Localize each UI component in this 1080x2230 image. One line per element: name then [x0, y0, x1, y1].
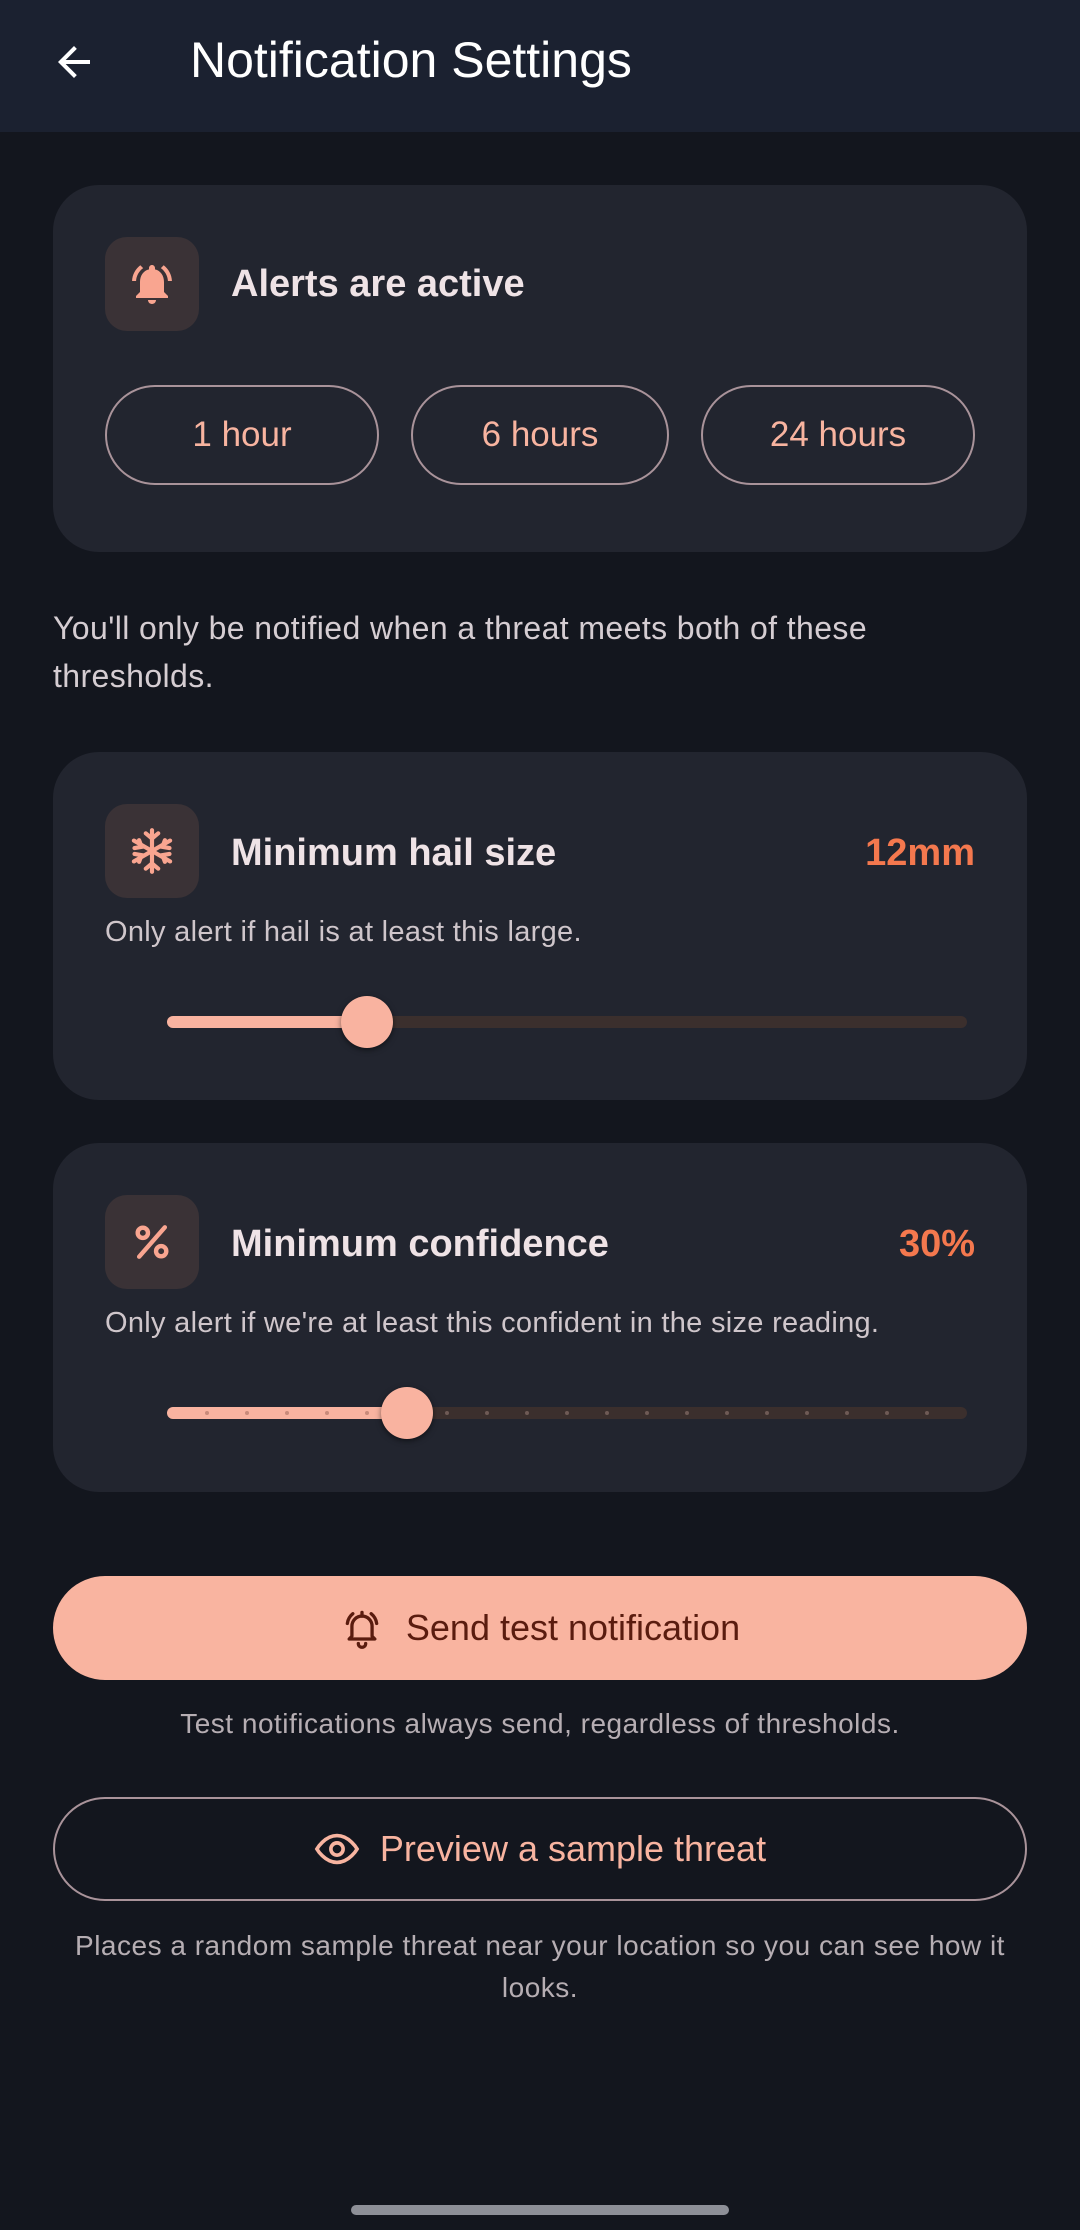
app-bar: Notification Settings [0, 0, 1080, 132]
confidence-description: Only alert if we're at least this confid… [105, 1307, 880, 1339]
hail-size-slider[interactable] [167, 992, 967, 1052]
slider-tick-mark [285, 1411, 289, 1415]
alerts-status: Alerts are active [231, 263, 525, 305]
slider-tick-mark [925, 1411, 929, 1415]
bell-ringing-icon [132, 265, 172, 304]
slider-active-track [167, 1016, 367, 1028]
confidence-slider[interactable] [167, 1383, 967, 1443]
duration-1-hour-button[interactable]: 1 hour [105, 385, 379, 485]
send-test-notification-button[interactable]: Send test notification [53, 1576, 1027, 1680]
confidence-card: Minimum confidence 30% Only alert if we'… [53, 1143, 1027, 1492]
duration-24-hours-button[interactable]: 24 hours [701, 385, 975, 485]
slider-tick-mark [885, 1411, 889, 1415]
home-indicator[interactable] [351, 2205, 729, 2215]
preview-sample-threat-label: Preview a sample threat [379, 1828, 767, 1869]
hail-size-description: Only alert if hail is at least this larg… [105, 916, 582, 948]
slider-tick-mark [245, 1411, 249, 1415]
confidence-value: 30% [898, 1223, 975, 1265]
threshold-intro-text: You'll only be notified when a threat me… [53, 610, 868, 694]
duration-6-hours-button[interactable]: 6 hours [411, 385, 669, 485]
hail-size-card: Minimum hail size 12mm Only alert if hai… [53, 752, 1027, 1100]
slider-tick-mark [205, 1411, 209, 1415]
slider-tick-mark [685, 1411, 689, 1415]
slider-tick-mark [445, 1411, 449, 1415]
back-button[interactable] [36, 24, 112, 100]
slider-tick-mark [765, 1411, 769, 1415]
percent-icon [135, 1225, 169, 1259]
hail-icon-box [105, 804, 199, 898]
slider-thumb[interactable] [341, 996, 393, 1048]
alerts-icon-box [105, 237, 199, 331]
slider-tick-mark [525, 1411, 529, 1415]
arrow-left-icon [58, 46, 90, 78]
test-notification-caption: Test notifications always send, regardle… [180, 1708, 900, 1739]
slider-thumb[interactable] [381, 1387, 433, 1439]
slider-tick-mark [725, 1411, 729, 1415]
slider-tick-mark [485, 1411, 489, 1415]
slider-tick-mark [365, 1411, 369, 1415]
confidence-icon-box [105, 1195, 199, 1289]
confidence-title: Minimum confidence [231, 1223, 609, 1265]
slider-tick-mark [845, 1411, 849, 1415]
preview-sample-threat-caption: Places a random sample threat near your … [75, 1930, 1005, 2003]
alerts-card: Alerts are active 1 hour 6 hours 24 hour… [53, 185, 1027, 552]
slider-tick-mark [805, 1411, 809, 1415]
eye-icon [314, 1826, 360, 1872]
slider-tick-mark [325, 1411, 329, 1415]
slider-tick-mark [645, 1411, 649, 1415]
page-title: Notification Settings [190, 32, 632, 88]
preview-sample-threat-button[interactable]: Preview a sample threat [53, 1797, 1027, 1901]
hail-size-value: 12mm [865, 832, 975, 874]
bell-ringing-icon [340, 1606, 384, 1650]
slider-tick-mark [565, 1411, 569, 1415]
slider-tick-mark [605, 1411, 609, 1415]
send-test-notification-label: Send test notification [405, 1607, 741, 1648]
hail-size-title: Minimum hail size [231, 832, 557, 874]
snowflake-icon [131, 828, 173, 874]
